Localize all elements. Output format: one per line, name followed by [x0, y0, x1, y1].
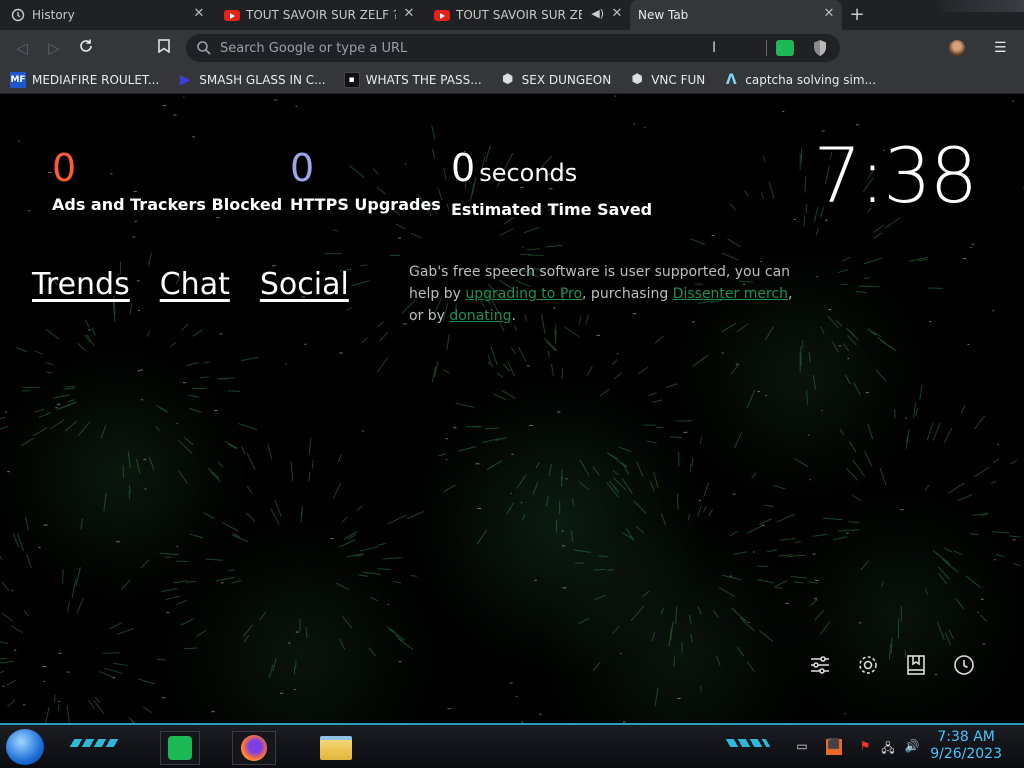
address-input[interactable]	[220, 38, 760, 58]
reload-icon	[80, 39, 92, 52]
tab-title: History	[32, 8, 75, 22]
taskbar-app-firefox[interactable]	[232, 731, 276, 765]
shield-icon[interactable]	[812, 39, 828, 57]
address-bar[interactable]: I	[186, 34, 840, 62]
taskbar-time: 7:38 AM	[937, 729, 995, 745]
bookmark-page-button[interactable]	[154, 38, 174, 58]
dissenter-merch-link[interactable]: Dissenter merch	[673, 286, 788, 302]
https-upgrades-count: 0	[290, 146, 315, 190]
social-link[interactable]: Social	[260, 267, 349, 302]
youtube-icon	[224, 7, 240, 23]
bookmark-captcha[interactable]: Λ captcha solving sim...	[723, 72, 876, 88]
tab-title: TOUT SAVOIR SUR ZELF ?! -	[246, 8, 396, 22]
divider	[766, 40, 767, 56]
profile-avatar[interactable]	[949, 40, 965, 56]
bookmark-icon	[158, 39, 170, 54]
time-saved-unit: seconds	[479, 159, 578, 187]
ads-blocked-count: 0	[52, 146, 77, 190]
bookmarks-bar: MF MEDIAFIRE ROULET... ▶ SMASH GLASS IN …	[0, 66, 1024, 94]
close-icon[interactable]: ✕	[402, 7, 416, 21]
network-icon[interactable]: 🖧	[880, 739, 896, 755]
time-saved-count: 0	[451, 146, 476, 190]
bookmark-vnc-fun[interactable]: ⬢ VNC FUN	[629, 72, 706, 88]
tab-strip: History ✕ TOUT SAVOIR SUR ZELF ?! - ✕ TO…	[0, 0, 1024, 30]
bookmark-sex-dungeon[interactable]: ⬢ SEX DUNGEON	[500, 72, 612, 88]
time-saved-stat: 0 seconds Estimated Time Saved	[451, 145, 652, 219]
taskbar-app-explorer[interactable]	[316, 731, 356, 765]
tab-history[interactable]: History ✕	[0, 0, 212, 30]
https-upgrades-stat: 0 HTTPS Upgrades	[290, 145, 441, 214]
mediafire-icon: MF	[10, 71, 26, 88]
trends-link[interactable]: Trends	[32, 267, 130, 302]
cube-icon: ⬢	[501, 72, 514, 87]
time-saved-label: Estimated Time Saved	[451, 200, 653, 219]
chat-link[interactable]: Chat	[160, 267, 230, 302]
close-icon[interactable]: ✕	[610, 7, 624, 21]
text-cursor-icon: I	[712, 40, 717, 56]
tray-app-icon[interactable]: ⬛	[826, 739, 842, 755]
action-center-flag-icon[interactable]: ⚑	[857, 739, 873, 755]
taskbar-app-notes[interactable]	[160, 731, 200, 765]
volume-icon[interactable]: 🔊	[904, 739, 920, 755]
play-icon: ▶	[179, 71, 191, 88]
tab-youtube-1[interactable]: TOUT SAVOIR SUR ZELF ?! - ✕	[214, 0, 422, 30]
search-icon	[196, 40, 212, 56]
upgrade-pro-link[interactable]: upgrading to Pro	[465, 286, 582, 302]
tab-title: TOUT SAVOIR SUR ZELF	[456, 8, 582, 22]
taskbar-decoration-left	[69, 739, 121, 747]
bookmark-smash-glass[interactable]: ▶ SMASH GLASS IN C...	[177, 71, 326, 88]
lambda-icon: Λ	[725, 71, 737, 88]
taskbar-clock[interactable]: 7:38 AM 9/26/2023	[930, 729, 1002, 763]
folder-icon	[320, 736, 352, 760]
forward-button[interactable]: ▷	[44, 38, 64, 58]
notes-extension-icon[interactable]	[776, 40, 794, 56]
gab-text: .	[511, 308, 516, 324]
taskbar-decoration-right	[725, 739, 771, 747]
history-icon	[10, 7, 26, 23]
speaker-icon[interactable]: ◀)	[591, 7, 604, 20]
site-icon: ▪	[343, 71, 360, 88]
reload-button[interactable]	[76, 38, 96, 58]
new-tab-button[interactable]: +	[846, 4, 868, 26]
bookmark-label: SMASH GLASS IN C...	[199, 72, 326, 87]
bookmark-label: WHATS THE PASS...	[365, 72, 482, 87]
taskbar-date: 9/26/2023	[930, 746, 1002, 762]
bookmarks-icon[interactable]	[904, 653, 928, 677]
top-links: Trends Chat Social	[32, 267, 379, 302]
back-button[interactable]: ◁	[12, 38, 32, 58]
start-button[interactable]	[6, 729, 44, 765]
close-icon[interactable]: ✕	[192, 7, 206, 21]
tab-youtube-2[interactable]: TOUT SAVOIR SUR ZELF ◀) ✕	[424, 0, 630, 30]
time-saved-value: 0 seconds	[451, 145, 652, 196]
gab-text: , purchasing	[582, 286, 673, 302]
ads-blocked-stat: 0 Ads and Trackers Blocked	[52, 145, 282, 214]
window-frame-decoration	[934, 0, 1024, 12]
firefox-icon	[241, 735, 267, 761]
tab-new-tab[interactable]: New Tab ✕	[630, 0, 842, 30]
close-icon[interactable]: ✕	[822, 7, 836, 21]
ads-blocked-label: Ads and Trackers Blocked	[52, 195, 283, 214]
youtube-icon	[434, 7, 450, 23]
bookmark-whats-the-pass[interactable]: ▪ WHATS THE PASS...	[343, 71, 482, 88]
customize-sliders-icon[interactable]	[808, 653, 832, 677]
tab-title: New Tab	[638, 8, 689, 22]
bookmark-mediafire[interactable]: MF MEDIAFIRE ROULET...	[10, 71, 160, 88]
bookmark-label: MEDIAFIRE ROULET...	[32, 72, 160, 87]
https-upgrades-label: HTTPS Upgrades	[290, 195, 441, 214]
taskbar: ▭ ⬛ ⚑ 🖧 🔊 7:38 AM 9/26/2023	[0, 723, 1024, 768]
clock: 7:38	[813, 131, 978, 220]
tray-overflow-icon[interactable]: ▭	[794, 739, 810, 755]
new-tab-page: 0 Ads and Trackers Blocked 0 HTTPS Upgra…	[0, 95, 1024, 723]
notes-app-icon	[168, 736, 192, 760]
cube-icon: ⬢	[631, 72, 643, 87]
gear-icon[interactable]	[856, 653, 880, 677]
bookmark-label: SEX DUNGEON	[521, 72, 612, 87]
bookmark-label: VNC FUN	[651, 72, 706, 87]
menu-icon[interactable]: ☰	[994, 40, 1008, 56]
history-icon[interactable]	[952, 653, 976, 677]
gab-support-message: Gab's free speech software is user suppo…	[409, 261, 809, 327]
bookmark-label: captcha solving sim...	[745, 72, 877, 87]
donating-link[interactable]: donating	[449, 308, 511, 324]
